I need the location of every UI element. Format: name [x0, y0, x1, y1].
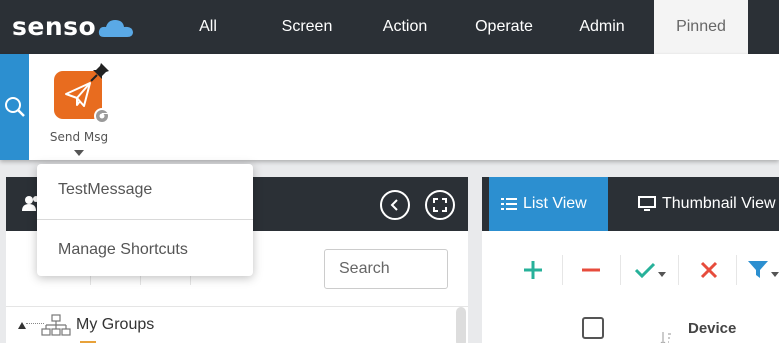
sort-icon[interactable]: [660, 331, 672, 343]
tree-expand-toggle[interactable]: [18, 322, 26, 329]
nav-tab-all[interactable]: All: [172, 0, 244, 54]
senso-logo[interactable]: senso: [12, 10, 134, 42]
search-icon: [4, 97, 25, 117]
chevron-left-icon: [390, 199, 398, 211]
hierarchy-icon: [41, 314, 71, 336]
remove-device-button[interactable]: [576, 255, 606, 285]
minus-icon: [582, 268, 600, 272]
nav-tab-operate[interactable]: Operate: [460, 0, 548, 54]
reject-device-button[interactable]: [694, 255, 724, 285]
chrome-logo-icon: [96, 110, 108, 122]
check-icon: [634, 262, 656, 279]
toolbar-divider: [678, 255, 679, 285]
tree-node-my-groups[interactable]: My Groups: [6, 314, 468, 343]
nav-tab-pinned[interactable]: Pinned: [654, 0, 748, 54]
top-nav-bar: senso All Screen Action Operate Admin Pi…: [0, 0, 779, 54]
tree-node-label: My Groups: [76, 316, 155, 333]
filter-dropdown-button[interactable]: [746, 255, 779, 285]
devices-panel: List View Thumbnail View Device: [482, 177, 779, 343]
shortcut-search-button[interactable]: [0, 54, 29, 160]
tab-thumbnail-view[interactable]: Thumbnail View: [622, 177, 779, 231]
menu-item-testmessage[interactable]: TestMessage: [37, 164, 253, 216]
nav-tab-screen[interactable]: Screen: [262, 0, 352, 54]
shortcut-bar: Send Msg: [0, 54, 779, 160]
tab-label: Thumbnail View: [662, 195, 776, 212]
toolbar-divider: [736, 255, 737, 285]
approve-dropdown-button[interactable]: [630, 255, 670, 285]
plus-icon: [524, 261, 542, 279]
toolbar-divider: [620, 255, 621, 285]
collapse-panel-button[interactable]: [380, 190, 410, 220]
cloud-icon: [99, 20, 134, 37]
chrome-icon: [94, 108, 110, 124]
shortcut-send-msg[interactable]: Send Msg: [44, 63, 114, 162]
tab-list-view[interactable]: List View: [489, 177, 608, 231]
list-icon: [501, 198, 517, 210]
devices-panel-header: List View Thumbnail View: [482, 177, 779, 231]
add-device-button[interactable]: [518, 255, 548, 285]
paper-plane-icon: [65, 82, 91, 107]
close-icon: [700, 261, 718, 279]
shortcut-menu-caret-icon[interactable]: [74, 150, 84, 156]
monitor-icon: [638, 196, 656, 211]
pin-icon: [90, 63, 109, 82]
menu-divider: [37, 219, 253, 220]
shortcut-dropdown-menu: TestMessage Manage Shortcuts: [37, 164, 253, 276]
caret-down-icon: [658, 271, 666, 277]
groups-scrollbar[interactable]: [456, 307, 466, 343]
shortcut-label: Send Msg: [49, 130, 109, 144]
nav-tab-action[interactable]: Action: [366, 0, 444, 54]
fullscreen-button[interactable]: [425, 190, 455, 220]
expand-icon: [433, 198, 447, 212]
tab-label: List View: [523, 195, 587, 212]
logo-text: senso: [12, 11, 97, 41]
menu-item-manage-shortcuts[interactable]: Manage Shortcuts: [37, 224, 253, 276]
filter-icon: [748, 261, 768, 278]
nav-tab-admin[interactable]: Admin: [562, 0, 642, 54]
group-search-input[interactable]: [324, 249, 448, 289]
column-header-device[interactable]: Device: [688, 320, 736, 337]
toolbar-divider: [562, 255, 563, 285]
select-all-checkbox[interactable]: [582, 317, 604, 339]
caret-down-icon: [771, 271, 779, 277]
